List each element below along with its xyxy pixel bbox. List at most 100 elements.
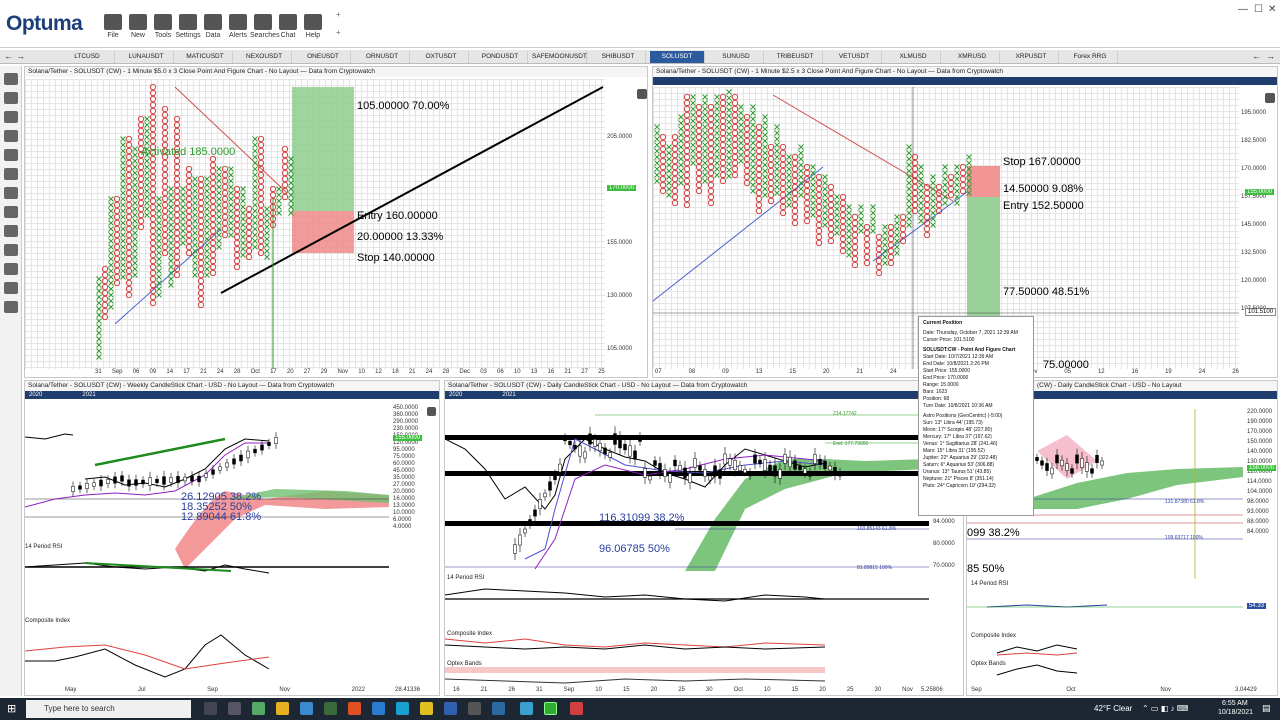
- tab-lunausdt[interactable]: LUNAUSDT: [119, 51, 174, 63]
- pnf-x-mark: [228, 178, 234, 184]
- grid-icon[interactable]: [3, 244, 18, 256]
- tabs-right-icon[interactable]: →: [1266, 51, 1275, 61]
- pnf-o-mark: [197, 271, 205, 279]
- pnf-o-mark: [125, 285, 133, 293]
- draw-icon[interactable]: [3, 187, 18, 199]
- lock-icon[interactable]: [1265, 93, 1275, 103]
- x-axis: 16 21 26 31 Sep 10 15 20 25 30 Oct 10 15 20 25 30 Nov: [453, 687, 913, 693]
- pnf-x-mark: [252, 202, 258, 208]
- new-button[interactable]: New: [125, 14, 151, 48]
- file-button[interactable]: File: [100, 14, 126, 48]
- chrome-icon[interactable]: [420, 702, 433, 715]
- weekly-chart-panel[interactable]: Solana/Tether - SOLUSDT (CW) - Weekly Ca…: [24, 380, 440, 696]
- tab-oneusdt[interactable]: ONEUSDT: [296, 51, 351, 63]
- lock-icon[interactable]: [3, 225, 18, 237]
- candle-body: [573, 444, 577, 450]
- app-icon[interactable]: [300, 702, 313, 715]
- settings-button[interactable]: Settings: [175, 14, 201, 48]
- candle-body: [803, 468, 807, 474]
- tab-solusdt[interactable]: SOLUSDT: [650, 51, 705, 63]
- tab-pondusdt[interactable]: PONDUSDT: [473, 51, 528, 63]
- taskbar-search-input[interactable]: Type here to search: [26, 700, 191, 718]
- daily-chart-panel[interactable]: Solana/Tether - SOLUSDT (CW) - Daily Can…: [444, 380, 964, 696]
- pnf-o-mark: [221, 207, 229, 215]
- tool-icon[interactable]: [3, 130, 18, 142]
- chat-button[interactable]: Chat: [275, 14, 301, 48]
- pnf-o-mark: [197, 181, 205, 189]
- alerts-button[interactable]: Alerts: [225, 14, 251, 48]
- tab-nexousdt[interactable]: NEXOUSDT: [237, 51, 292, 63]
- pnf-x-mark: [204, 248, 210, 254]
- app-icon[interactable]: [520, 702, 533, 715]
- help-button[interactable]: Help: [300, 14, 326, 48]
- app-icon[interactable]: [570, 702, 583, 715]
- app-icon[interactable]: [492, 702, 505, 715]
- pnf-chart-panel-1[interactable]: Solana/Tether - SOLUSDT (CW) - 1 Minute …: [24, 66, 648, 378]
- tool-icon[interactable]: [3, 282, 18, 294]
- pnf-x-mark: [702, 148, 708, 154]
- undo-icon[interactable]: [3, 149, 18, 161]
- app-icon[interactable]: [372, 702, 385, 715]
- task-view-icon[interactable]: [204, 702, 217, 715]
- tool-icon[interactable]: [3, 73, 18, 85]
- tool-icon[interactable]: [3, 111, 18, 123]
- app-icon[interactable]: [324, 702, 337, 715]
- pnf-x-mark: [666, 186, 672, 192]
- tab-tribeusdt[interactable]: TRIBEUSDT: [768, 51, 823, 63]
- add-icon[interactable]: +: [336, 10, 341, 19]
- app-icon[interactable]: [252, 702, 265, 715]
- candle-body: [176, 476, 180, 483]
- edge-icon[interactable]: [396, 702, 409, 715]
- tabs-left-icon[interactable]: ←: [1252, 51, 1261, 61]
- pnf-x-mark: [132, 164, 138, 170]
- minimize-icon[interactable]: —: [1238, 4, 1248, 15]
- brave-icon[interactable]: [348, 702, 361, 715]
- tab-vetusdt[interactable]: VETUSDT: [827, 51, 882, 63]
- tool-icon[interactable]: [3, 263, 18, 275]
- tab-sunusd[interactable]: SUNUSD: [709, 51, 764, 63]
- pnf-o-mark: [707, 187, 715, 195]
- pnf-o-mark: [887, 259, 895, 267]
- optuma-taskbar-icon[interactable]: [544, 702, 557, 715]
- tab-ornusdt[interactable]: ORNUSDT: [355, 51, 410, 63]
- candle-body: [1040, 460, 1044, 466]
- notifications-icon[interactable]: ▤: [1262, 703, 1271, 714]
- app-icon[interactable]: [444, 702, 457, 715]
- tab-xmrusd[interactable]: XMRUSD: [945, 51, 1000, 63]
- folder-icon[interactable]: [276, 702, 289, 715]
- tab-forex-rrg[interactable]: Forex RRG: [1063, 51, 1118, 63]
- searches-button[interactable]: Searches: [250, 14, 280, 48]
- maximize-icon[interactable]: ☐: [1254, 4, 1263, 15]
- fib-50-label: 85 50%: [967, 563, 1005, 575]
- data-button[interactable]: Data: [200, 14, 226, 48]
- candle-body: [127, 479, 131, 487]
- tab-safemoonusdt[interactable]: SAFEMOONUSDT: [532, 51, 587, 63]
- windows-start-icon[interactable]: ⊞: [7, 702, 16, 715]
- app-icon[interactable]: [468, 702, 481, 715]
- tab-oxtusdt[interactable]: OXTUSDT: [414, 51, 469, 63]
- app-icon[interactable]: [228, 702, 241, 715]
- fib-382-label: 099 38.2%: [967, 527, 1020, 539]
- add-icon[interactable]: +: [336, 28, 341, 37]
- tool-icon[interactable]: [3, 301, 18, 313]
- crosshair-icon[interactable]: [3, 206, 18, 218]
- pnf-o-mark: [185, 207, 193, 215]
- redo-icon[interactable]: [3, 168, 18, 180]
- pnf-x-mark: [204, 212, 210, 218]
- tab-ltcusd[interactable]: LTCUSD: [60, 51, 115, 63]
- tab-xlmusd[interactable]: XLMUSD: [886, 51, 941, 63]
- pnf-x-mark: [180, 228, 186, 234]
- tab-shibusdt[interactable]: SHIBUSDT: [591, 51, 646, 63]
- pnf-o-mark: [683, 117, 691, 125]
- tool-icon[interactable]: [3, 92, 18, 104]
- back-arrow-icon[interactable]: ←: [4, 51, 13, 61]
- tab-xrpusdt[interactable]: XRPUSDT: [1004, 51, 1059, 63]
- tray-icons[interactable]: ⌃ ▭ ◧ ♪ ⌨: [1142, 704, 1188, 713]
- close-icon[interactable]: ✕: [1268, 4, 1276, 15]
- tools-button[interactable]: Tools: [150, 14, 176, 48]
- lock-icon[interactable]: [427, 407, 436, 416]
- pnf-o-mark: [101, 301, 109, 309]
- forward-arrow-icon[interactable]: →: [16, 51, 25, 61]
- lock-icon[interactable]: [637, 89, 647, 99]
- tab-maticusdt[interactable]: MATICUSDT: [178, 51, 233, 63]
